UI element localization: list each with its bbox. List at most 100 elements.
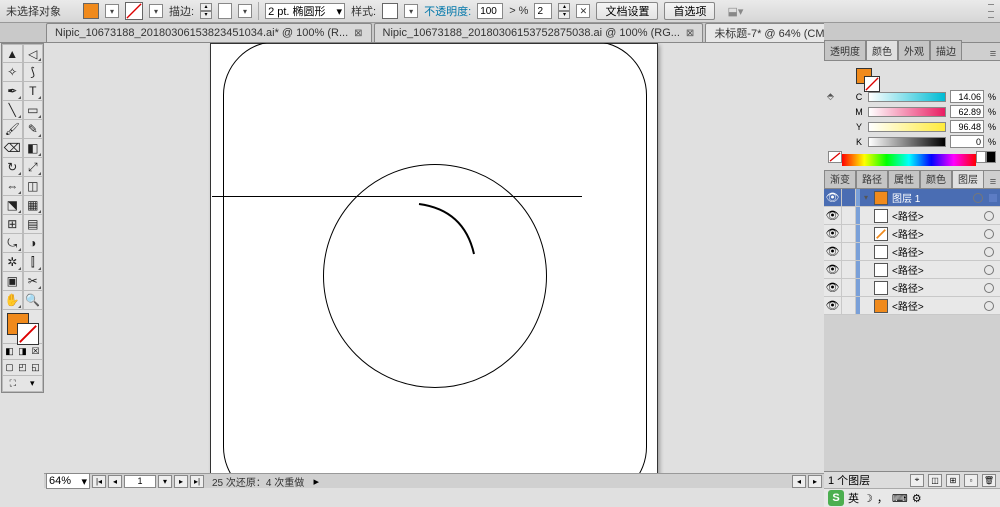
gradient-tool[interactable]: ▤ [23,215,44,234]
lock-toggle[interactable] [842,279,856,296]
tray-keyboard-icon[interactable]: ⌨ [892,492,908,505]
scale-tool[interactable]: ⤢ [23,158,44,177]
direct-selection-tool[interactable]: ◁ [23,44,44,63]
color-panel-swatch[interactable] [856,68,880,92]
path-circle[interactable] [323,164,547,388]
more-field[interactable] [534,3,552,19]
disclosure-icon[interactable] [860,207,872,224]
stroke-weight-drop[interactable] [238,4,252,18]
scroll-left[interactable]: ◂ [792,475,806,488]
history-play[interactable]: ▸ [310,475,322,487]
delete-layer-icon[interactable]: 🗑 [982,474,996,487]
layer-row[interactable]: 👁 <路径> [824,243,1000,261]
prefs-button[interactable]: 首选项 [664,2,715,20]
lasso-tool[interactable]: ⟆ [23,63,44,82]
visibility-toggle[interactable]: 👁 [824,189,842,206]
c-value[interactable] [950,90,984,103]
disclosure-icon[interactable] [860,225,872,242]
black-swatch[interactable] [986,151,996,163]
first-page[interactable]: |◂ [92,475,106,488]
y-slider[interactable] [868,122,946,132]
canvas[interactable] [44,43,824,473]
lock-toggle[interactable] [842,225,856,242]
layer-name[interactable]: <路径> [890,280,984,295]
blend-tool[interactable]: ◑ [23,234,44,253]
visibility-toggle[interactable]: 👁 [824,207,842,224]
k-value[interactable] [950,135,984,148]
prev-page[interactable]: ◂ [108,475,122,488]
tab-appearance[interactable]: 外观 [898,40,930,60]
layer-row[interactable]: 👁<路径> [824,207,1000,225]
visibility-toggle[interactable]: 👁 [824,243,842,260]
tab-attributes[interactable]: 属性 [888,168,920,188]
pencil-tool[interactable]: ✎ [23,120,44,139]
layer-name[interactable]: <路径> [890,298,984,313]
visibility-toggle[interactable]: 👁 [824,297,842,314]
next-page[interactable]: ▸ [174,475,188,488]
opacity-field[interactable] [477,3,503,19]
tab-pathfinder[interactable]: 路径 [856,168,888,188]
draw-normal[interactable]: ▢ [3,360,16,375]
c-slider[interactable] [868,92,946,102]
target-icon[interactable] [984,247,994,257]
rotate-tool[interactable]: ↻ [2,158,23,177]
layer-row[interactable]: 👁 <路径> [824,297,1000,315]
zoom-tool[interactable]: 🔍 [23,291,44,310]
color-mode-gradient[interactable]: ◨ [16,344,29,359]
layer-name[interactable]: <路径> [890,226,984,241]
magic-wand-tool[interactable]: ✧ [2,63,23,82]
rectangle-tool[interactable]: ▭ [23,101,44,120]
lock-toggle[interactable] [842,243,856,260]
mesh-tool[interactable]: ⊞ [2,215,23,234]
more-stepper[interactable]: ▴▾ [558,3,570,19]
ime-label[interactable]: 英 [848,490,859,506]
stroke-none-swatch[interactable] [125,2,143,20]
layer-name[interactable]: 图层 1 [890,190,973,205]
line-tool[interactable]: ╲ [2,101,23,120]
doc-setup-button[interactable]: 文档设置 [596,2,658,20]
fill-dropdown[interactable] [105,4,119,18]
perspective-tool[interactable]: ▦ [23,196,44,215]
draw-behind[interactable]: ◰ [16,360,29,375]
new-layer-icon[interactable]: ▫ [964,474,978,487]
white-swatch[interactable] [976,151,986,163]
panel-menu-icon[interactable]: ≡ [986,48,1000,60]
target-icon[interactable] [984,229,994,239]
screen-mode-drop[interactable]: ▾ [23,376,43,391]
path-arc[interactable] [419,204,479,254]
stroke-weight-field[interactable] [218,3,232,19]
target-icon[interactable] [984,283,994,293]
doc-tab-2[interactable]: Nipic_10673188_20180306153752875038.ai @… [374,23,704,42]
tab-gradient[interactable]: 渐变 [824,168,856,188]
style-swatch[interactable] [382,3,398,19]
paintbrush-tool[interactable]: 🖌 [2,120,23,139]
k-slider[interactable] [868,137,946,147]
target-icon[interactable] [973,193,983,203]
locate-object-icon[interactable]: ⌖ [910,474,924,487]
eyedropper-tool[interactable]: ⤿ [2,234,23,253]
stroke-color-box[interactable] [17,323,39,345]
visibility-toggle[interactable]: 👁 [824,279,842,296]
layer-row[interactable]: 👁▾图层 1 [824,189,1000,207]
new-sublayer-icon[interactable]: ⊞ [946,474,960,487]
reset-button[interactable]: ✕ [576,4,590,18]
width-tool[interactable]: ⇔ [2,177,23,196]
visibility-toggle[interactable]: 👁 [824,261,842,278]
page-field[interactable] [124,475,156,488]
target-icon[interactable] [984,211,994,221]
brush-select[interactable]: 2 pt. 椭圆形▾ [265,3,345,19]
slice-tool[interactable]: ✂ [23,272,44,291]
pen-tool[interactable]: ✒ [2,82,23,101]
draw-inside[interactable]: ◱ [29,360,42,375]
opacity-label[interactable]: 不透明度: [424,3,471,19]
spectrum-bar[interactable] [842,154,976,166]
blob-brush-tool[interactable]: ⌫ [2,139,23,158]
color-mode-normal[interactable]: ◧ [3,344,16,359]
fill-swatch[interactable] [83,3,99,19]
tab-layers[interactable]: 图层 [952,168,984,188]
color-mode-none[interactable]: ☒ [29,344,42,359]
tray-moon-icon[interactable]: ☽ [863,492,873,505]
layer-name[interactable]: <路径> [890,244,984,259]
lock-toggle[interactable] [842,207,856,224]
layer-row[interactable]: 👁<路径> [824,225,1000,243]
